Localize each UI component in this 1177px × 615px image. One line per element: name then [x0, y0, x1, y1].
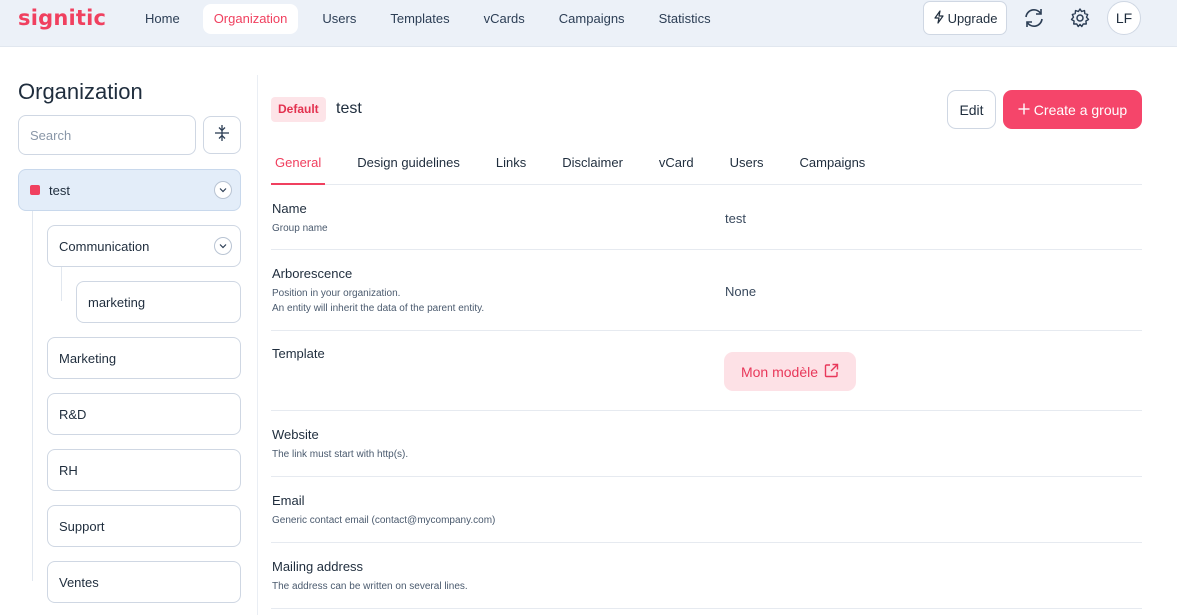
nav-campaigns[interactable]: Campaigns: [542, 4, 642, 34]
create-group-label: Create a group: [1033, 101, 1128, 118]
gear-icon[interactable]: [1066, 4, 1094, 32]
tree-connector: [32, 211, 33, 581]
user-avatar[interactable]: LF: [1107, 1, 1141, 35]
chevron-down-icon[interactable]: [214, 237, 232, 255]
nav-templates[interactable]: Templates: [373, 4, 466, 34]
field-row-template: Template Mon modèle: [271, 331, 1142, 411]
tree-item-ventes[interactable]: Ventes: [47, 561, 241, 603]
sync-icon[interactable]: [1020, 4, 1048, 32]
tree-item-rd[interactable]: R&D: [47, 393, 241, 435]
nav-statistics[interactable]: Statistics: [642, 4, 728, 34]
field-label: Website: [272, 427, 319, 442]
field-value: None: [725, 284, 757, 299]
lightning-icon: [933, 9, 945, 27]
nav-home[interactable]: Home: [128, 4, 197, 34]
tree-item-test[interactable]: test: [18, 169, 241, 211]
tree-item-communication[interactable]: Communication: [47, 225, 241, 267]
top-navigation-bar: signitic Home Organization Users Templat…: [0, 0, 1177, 47]
upgrade-label: Upgrade: [947, 10, 998, 26]
nav-organization[interactable]: Organization: [202, 4, 299, 34]
color-marker: [30, 185, 40, 195]
signitic-logo[interactable]: signitic: [18, 6, 106, 30]
tree-item-label: marketing: [88, 294, 146, 310]
field-label: Template: [272, 346, 325, 361]
field-row-name: Name Group name test: [271, 185, 1142, 250]
tree-item-label: RH: [59, 462, 78, 478]
tab-links[interactable]: Links: [492, 146, 530, 185]
chevron-down-icon[interactable]: [214, 181, 232, 199]
collapse-all-button[interactable]: [203, 116, 241, 154]
field-label: Name: [272, 201, 307, 216]
edit-button[interactable]: Edit: [947, 90, 996, 129]
default-badge: Default: [271, 97, 326, 122]
group-title: test: [336, 100, 362, 117]
tab-users[interactable]: Users: [726, 146, 768, 185]
field-description: The address can be written on several li…: [272, 581, 468, 592]
tree-connector: [61, 267, 62, 301]
panel-divider: [257, 75, 258, 615]
create-group-button[interactable]: Create a group: [1003, 90, 1142, 129]
collapse-icon: [214, 124, 230, 147]
field-description: Position in your organization. An entity…: [272, 288, 485, 314]
template-link-button[interactable]: Mon modèle: [724, 352, 856, 391]
search-input[interactable]: [18, 115, 196, 155]
tab-design-guidelines[interactable]: Design guidelines: [353, 146, 464, 185]
field-row-email: Email Generic contact email (contact@myc…: [271, 477, 1142, 543]
field-label: Arborescence: [272, 266, 353, 281]
upgrade-button[interactable]: Upgrade: [923, 1, 1007, 35]
field-row-website: Website The link must start with http(s)…: [271, 411, 1142, 477]
tree-item-support[interactable]: Support: [47, 505, 241, 547]
tree-item-label: test: [49, 182, 70, 198]
tree-item-label: Communication: [59, 238, 150, 254]
plus-icon: [1018, 102, 1030, 118]
tree-item-label: Marketing: [59, 350, 117, 366]
field-label: Mailing address: [272, 559, 364, 574]
field-label: Email: [272, 493, 305, 508]
field-value: test: [725, 211, 746, 226]
tab-disclaimer[interactable]: Disclaimer: [558, 146, 627, 185]
tree-item-label: Ventes: [59, 574, 99, 590]
field-description: The link must start with http(s).: [272, 449, 409, 460]
tree-item-marketing[interactable]: Marketing: [47, 337, 241, 379]
external-link-icon: [824, 363, 839, 381]
field-row-mailing-address: Mailing address The address can be writt…: [271, 543, 1142, 609]
tree-item-label: R&D: [59, 406, 87, 422]
sidebar-title: Organization: [18, 79, 143, 104]
tree-item-label: Support: [59, 518, 105, 534]
tab-campaigns[interactable]: Campaigns: [796, 146, 870, 185]
group-tabs: General Design guidelines Links Disclaim…: [271, 146, 1142, 185]
field-row-arborescence: Arborescence Position in your organizati…: [271, 250, 1142, 331]
tab-vcard[interactable]: vCard: [655, 146, 698, 185]
tree-item-marketing-sub[interactable]: marketing: [76, 281, 241, 323]
main-nav: Home Organization Users Templates vCards…: [128, 4, 728, 34]
field-description: Group name: [272, 223, 328, 234]
nav-vcards[interactable]: vCards: [467, 4, 542, 34]
field-description: Generic contact email (contact@mycompany…: [272, 515, 496, 526]
tab-general[interactable]: General: [271, 146, 326, 185]
template-name: Mon modèle: [740, 363, 819, 380]
tree-item-rh[interactable]: RH: [47, 449, 241, 491]
nav-users[interactable]: Users: [305, 4, 373, 34]
